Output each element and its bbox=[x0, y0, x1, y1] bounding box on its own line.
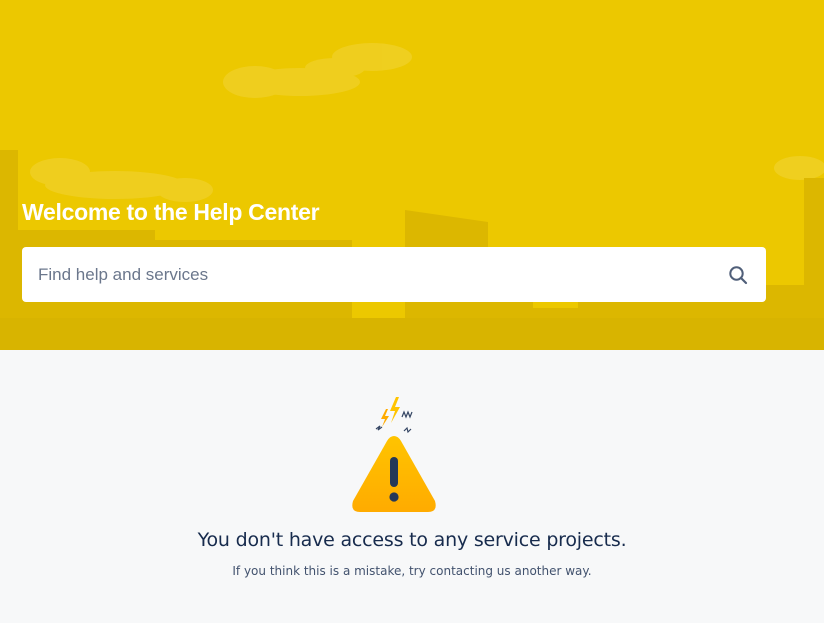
hero-banner: Welcome to the Help Center bbox=[0, 0, 824, 350]
empty-state-title: You don't have access to any service pro… bbox=[197, 529, 627, 551]
page-title: Welcome to the Help Center bbox=[22, 199, 320, 225]
search-icon[interactable] bbox=[728, 265, 748, 285]
help-center-page: Welcome to the Help Center Find help and… bbox=[0, 0, 824, 623]
empty-state-subtitle: If you think this is a mistake, try cont… bbox=[232, 564, 592, 578]
empty-state: You don't have access to any service pro… bbox=[0, 350, 824, 623]
warning-icon bbox=[352, 397, 436, 512]
search-bar bbox=[22, 247, 766, 302]
search-input[interactable] bbox=[22, 247, 728, 302]
